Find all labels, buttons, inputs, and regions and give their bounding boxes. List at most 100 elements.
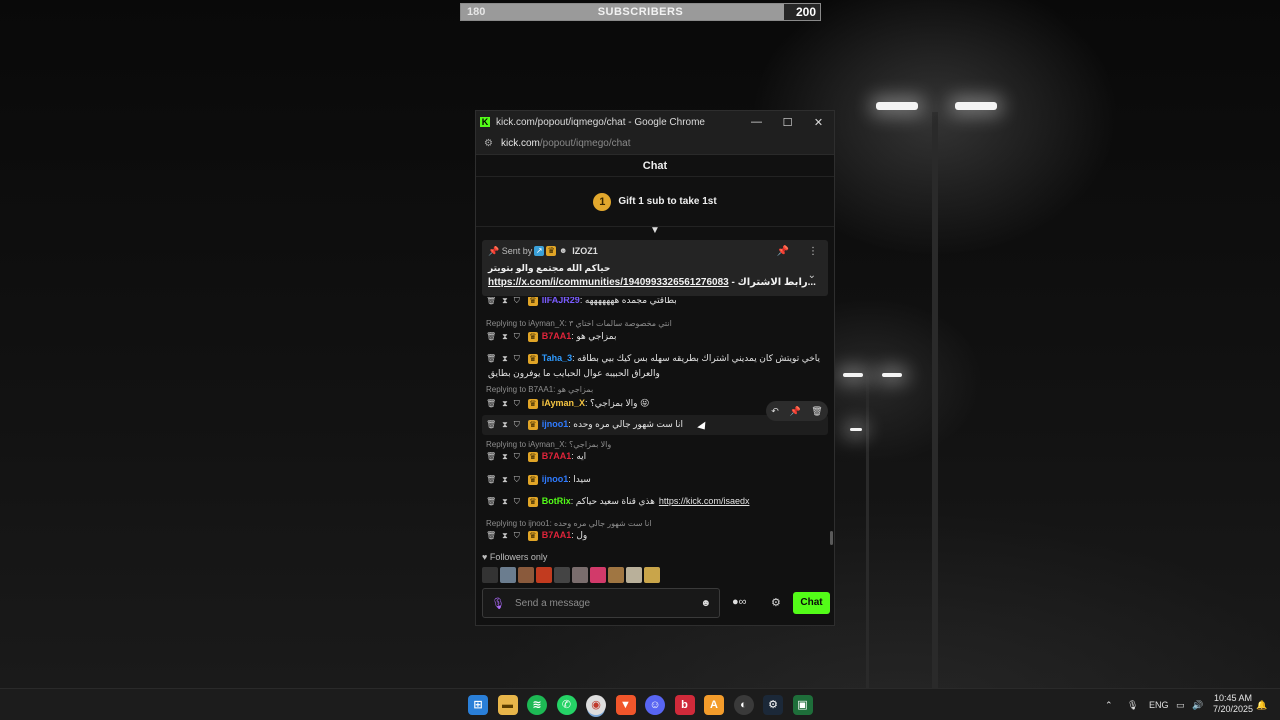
timeout-icon[interactable]: ⧗ xyxy=(502,452,508,461)
message-username[interactable]: ijnoo1 xyxy=(542,474,569,484)
ban-icon[interactable]: ⛉ xyxy=(514,332,520,341)
chat-message[interactable]: 🗑 ⧗ ⛉ ♛ BotRix: هذي قناة سعيد حياكم https://k… xyxy=(486,496,816,507)
message-username[interactable]: Taha_3 xyxy=(542,353,572,363)
network-icon[interactable]: ▭ xyxy=(1176,689,1185,720)
chat-message-list[interactable]: ↶ 📌 🗑 🗑 ⧗ ⛉ ♛ IIFAJR29: بطاقتي مجمده ههههههه… xyxy=(476,297,834,549)
gear-icon[interactable]: ⚙ xyxy=(771,596,781,609)
message-username[interactable]: B7AA1 xyxy=(542,331,572,341)
chat-scrollbar[interactable] xyxy=(830,531,833,545)
message-username[interactable]: B7AA1 xyxy=(542,530,572,540)
chat-message[interactable]: 🗑 ⧗ ⛉ ♛ ijnoo1: سيدا xyxy=(486,474,816,485)
ban-icon[interactable]: ⛉ xyxy=(514,354,520,363)
delete-icon[interactable]: 🗑 xyxy=(486,332,496,341)
system-clock[interactable]: 10:45 AM 7/20/2025 xyxy=(1213,693,1253,715)
timeout-icon[interactable]: ⧗ xyxy=(502,399,508,408)
ban-icon[interactable]: ⛉ xyxy=(514,399,520,408)
emote[interactable] xyxy=(590,567,606,583)
expand-arrow-icon[interactable]: ▼ xyxy=(650,225,660,236)
timeout-icon[interactable]: ⧗ xyxy=(502,354,508,363)
ban-icon[interactable]: ⛉ xyxy=(514,497,520,506)
emote[interactable] xyxy=(626,567,642,583)
chat-message[interactable]: 🗑 ⧗ ⛉ ♛ IIFAJR29: بطاقتي مجمده هههههههه xyxy=(486,297,816,306)
chat-message[interactable]: 🗑 ⧗ ⛉ ♛ ijnoo1: انا ست شهور جالي مره وحده xyxy=(486,419,816,430)
timeout-icon[interactable]: ⧗ xyxy=(502,332,508,341)
delete-icon[interactable]: 🗑 xyxy=(486,354,496,363)
ban-icon[interactable]: ⛉ xyxy=(514,452,520,461)
emoji-icon[interactable]: ☻ xyxy=(700,598,711,609)
delete-icon[interactable]: 🗑 xyxy=(486,531,496,540)
delete-icon[interactable]: 🗑 xyxy=(486,399,496,408)
obs-icon[interactable]: ◐ xyxy=(733,695,754,715)
show-hidden-icons-icon[interactable]: ⌃ xyxy=(1105,689,1113,720)
emote[interactable] xyxy=(518,567,534,583)
chat-message[interactable]: 🗑 ⧗ ⛉ ♛ B7AA1: بمزاجي هو xyxy=(486,331,816,342)
ban-icon[interactable]: ⛉ xyxy=(514,297,520,305)
emote[interactable] xyxy=(536,567,552,583)
channel-points-icon[interactable]: ●∞ xyxy=(732,596,747,608)
microphone-tray-icon[interactable]: 🎙 xyxy=(1127,689,1138,720)
emote[interactable] xyxy=(608,567,624,583)
message-input[interactable] xyxy=(514,597,701,609)
chrome-icon[interactable]: ◉ xyxy=(586,695,606,715)
more-options-icon[interactable]: ⋮ xyxy=(808,246,818,257)
whatsapp-icon[interactable]: ✆ xyxy=(556,695,577,715)
chevron-down-icon[interactable]: ⌄ xyxy=(808,270,816,281)
message-username[interactable]: ijnoo1 xyxy=(542,419,569,429)
emote[interactable] xyxy=(500,567,516,583)
language-indicator[interactable]: ENG xyxy=(1149,689,1169,720)
timeout-icon[interactable]: ⧗ xyxy=(502,531,508,540)
chat-message[interactable]: 🗑 ⧗ ⛉ ♛ B7AA1: ول xyxy=(486,530,816,541)
discord-icon[interactable]: ☺ xyxy=(645,695,665,715)
close-icon[interactable]: ✕ xyxy=(803,116,834,129)
timeout-icon[interactable]: ⧗ xyxy=(502,420,508,429)
streamlabs-icon[interactable]: b xyxy=(674,695,695,715)
message-username[interactable]: B7AA1 xyxy=(542,451,572,461)
address-bar[interactable]: ⚙ kick.com/popout/iqmego/chat xyxy=(476,133,834,155)
site-settings-icon[interactable]: ⚙ xyxy=(484,138,493,149)
delete-icon[interactable]: 🗑 xyxy=(486,497,496,506)
message-username[interactable]: BotRix xyxy=(542,496,571,506)
pinned-message[interactable]: 📌 Sent by ↗ ♛ ☻ IZOZ1 📌 ⋮ حياكم الله مجت… xyxy=(482,240,828,296)
emote[interactable] xyxy=(644,567,660,583)
file-explorer-icon[interactable]: ▬ xyxy=(497,695,518,715)
pinned-username[interactable]: IZOZ1 xyxy=(572,246,598,256)
chat-message[interactable]: 🗑 ⧗ ⛉ ♛ Taha_3: ياخي تويتش كان يمديني اشتراك… xyxy=(486,353,820,379)
message-username[interactable]: IIFAJR29 xyxy=(542,297,580,305)
reply-context: Replying to ijnoo1: انا ست شهور جالي مره… xyxy=(486,519,652,528)
send-chat-button[interactable]: Chat xyxy=(793,592,830,614)
pinned-link[interactable]: https://x.com/i/communities/194099332656… xyxy=(488,277,729,288)
timeout-icon[interactable]: ⧗ xyxy=(502,497,508,506)
volume-icon[interactable]: 🔊 xyxy=(1192,689,1203,720)
notification-icon[interactable]: 🔔 xyxy=(1256,689,1267,720)
subscriber-badge-icon: ♛ xyxy=(527,474,538,485)
ban-icon[interactable]: ⛉ xyxy=(514,420,520,429)
message-composer[interactable]: 🎙 ☻ xyxy=(482,588,720,618)
minimize-icon[interactable]: — xyxy=(741,116,772,128)
timeout-icon[interactable]: ⧗ xyxy=(502,297,508,305)
delete-icon[interactable]: 🗑 xyxy=(486,475,496,484)
spotify-icon[interactable]: ≋ xyxy=(527,695,547,715)
clock-date: 7/20/2025 xyxy=(1213,704,1254,714)
delete-icon[interactable]: 🗑 xyxy=(486,452,496,461)
emote[interactable] xyxy=(554,567,570,583)
microphone-icon[interactable]: 🎙 xyxy=(491,597,505,610)
delete-icon[interactable]: 🗑 xyxy=(486,420,496,429)
emote[interactable] xyxy=(572,567,588,583)
brave-icon[interactable]: ▼ xyxy=(615,695,636,715)
delete-icon[interactable]: 🗑 xyxy=(486,297,496,305)
chat-message[interactable]: 🗑 ⧗ ⛉ ♛ iAyman_X: والا بمزاجي؟ 😝 xyxy=(486,398,816,409)
gift-sub-leaderboard[interactable]: 1 Gift 1 sub to take 1st xyxy=(476,177,834,227)
maximize-icon[interactable]: ☐ xyxy=(772,116,803,129)
emote[interactable] xyxy=(482,567,498,583)
ban-icon[interactable]: ⛉ xyxy=(514,531,520,540)
message-link[interactable]: https://kick.com/isaedx xyxy=(659,496,750,506)
ban-icon[interactable]: ⛉ xyxy=(514,475,520,484)
steam-icon[interactable]: ⚙ xyxy=(763,695,783,715)
message-username[interactable]: iAyman_X xyxy=(542,398,585,408)
unpin-icon[interactable]: 📌 xyxy=(777,246,789,257)
chat-message[interactable]: 🗑 ⧗ ⛉ ♛ B7AA1: ايه xyxy=(486,451,816,462)
timeout-icon[interactable]: ⧗ xyxy=(502,475,508,484)
app-orange-icon[interactable]: A xyxy=(704,695,724,715)
terminal-icon[interactable]: ▣ xyxy=(792,695,813,715)
start-icon[interactable]: ⊞ xyxy=(468,695,488,715)
